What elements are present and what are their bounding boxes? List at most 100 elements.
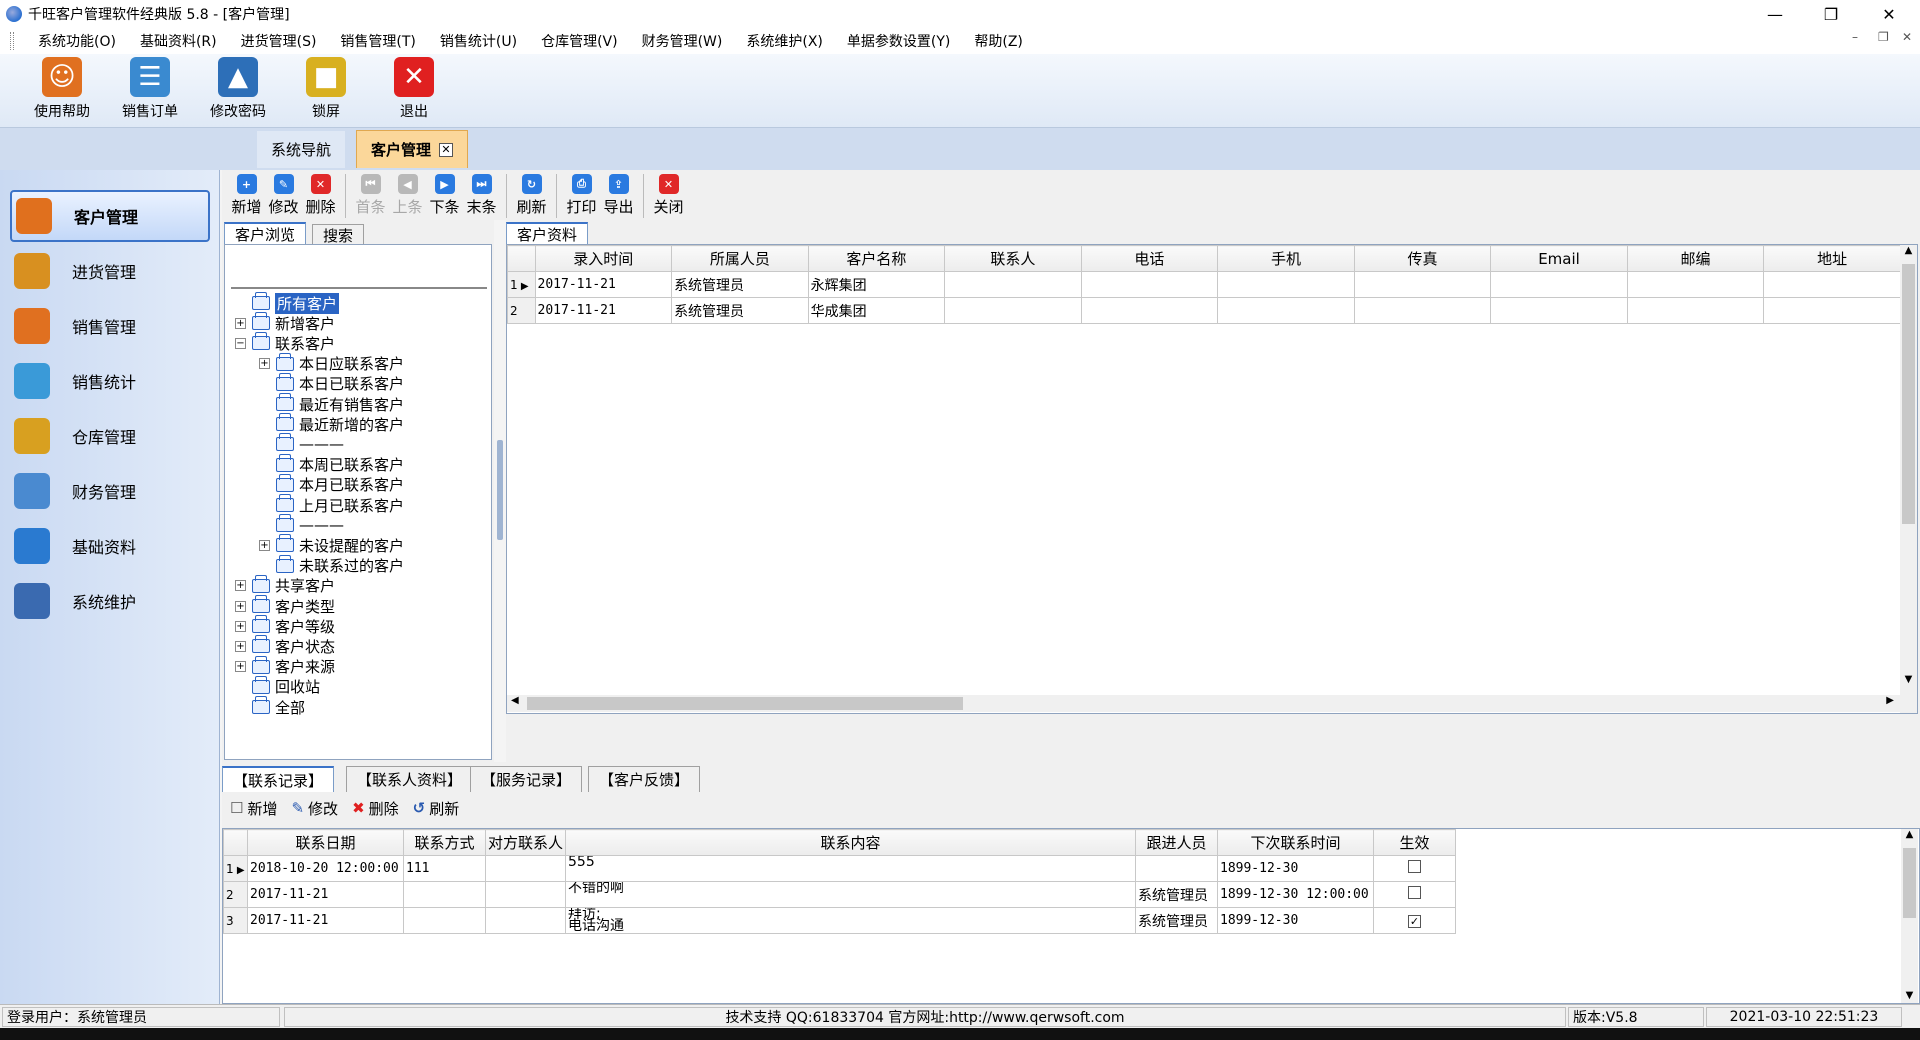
table-cell[interactable]	[944, 271, 1082, 298]
table-cell[interactable]: 111	[403, 855, 486, 882]
row-header[interactable]: 1 ▶	[223, 855, 248, 882]
table-cell[interactable]	[1763, 271, 1901, 298]
scroll-right-icon[interactable]: ▶	[1886, 695, 1894, 706]
column-header[interactable]: 地址	[1763, 245, 1901, 272]
table-cell[interactable]	[485, 907, 566, 934]
tree-node[interactable]: + 客户类型	[235, 595, 335, 616]
column-header[interactable]: 联系内容	[565, 829, 1136, 856]
row-header[interactable]: 2	[507, 297, 536, 324]
module-button[interactable]: ✕ 关闭	[650, 174, 687, 220]
table-cell[interactable]: 华成集团	[807, 297, 946, 324]
table-row[interactable]: 2 2017-11-21 不错的啊 系统管理员 1899-12-30 12:00:00	[223, 881, 1456, 908]
table-cell[interactable]	[485, 855, 566, 882]
table-cell[interactable]	[1217, 297, 1355, 324]
tree-expander-icon[interactable]: +	[259, 358, 270, 370]
tab-customer-management[interactable]: 客户管理 ✕	[356, 130, 469, 168]
tree-node[interactable]: 上月已联系客户	[259, 494, 404, 515]
toolbar-button[interactable]: ☺ 使用帮助	[18, 54, 106, 127]
column-header[interactable]: 联系人	[944, 245, 1082, 272]
module-button[interactable]: + 新增	[228, 174, 265, 220]
menu-item[interactable]: 单据参数设置(Y)	[835, 31, 962, 51]
table-cell[interactable]	[1490, 271, 1628, 298]
table-cell[interactable]	[1353, 271, 1492, 298]
column-header[interactable]: 客户名称	[807, 245, 946, 272]
column-header[interactable]: 生效	[1373, 829, 1456, 856]
table-cell[interactable]: 2017-11-21	[534, 297, 673, 324]
menu-item[interactable]: 进货管理(S)	[229, 31, 329, 51]
bottom-tab[interactable]: 【客户反馈】	[588, 766, 701, 792]
tree-node[interactable]: 最近新增的客户	[259, 413, 404, 434]
table-cell[interactable]: ✓	[1373, 907, 1456, 934]
scroll-down-icon[interactable]: ▼	[1900, 674, 1917, 685]
customer-grid-hscroll[interactable]: ◀ ▶	[507, 695, 1900, 712]
active-checkbox[interactable]	[1408, 886, 1421, 899]
tab-customer-browse[interactable]: 客户浏览	[224, 222, 307, 244]
toolbar-button[interactable]: ▲ 修改密码	[194, 54, 282, 127]
table-row[interactable]: 2 2017-11-21 系统管理员 华成集团	[507, 297, 1901, 324]
contact-toolbar-button[interactable]: ↺ 刷新	[413, 798, 460, 819]
scroll-up-icon[interactable]: ▲	[1901, 829, 1918, 846]
tree-node[interactable]: + 未设提醒的客户	[259, 534, 404, 555]
menu-item[interactable]: 系统功能(O)	[26, 31, 128, 51]
table-cell[interactable]	[1353, 297, 1492, 324]
splitter-handle[interactable]	[497, 440, 503, 540]
table-cell[interactable]: 系统管理员	[671, 271, 809, 298]
tree-expander-icon[interactable]: +	[259, 539, 270, 551]
scroll-thumb[interactable]	[1903, 848, 1916, 918]
tree-node[interactable]: + 客户等级	[235, 615, 335, 636]
table-cell[interactable]	[1217, 271, 1355, 298]
nav-item[interactable]: 系统维护	[10, 575, 210, 627]
mdi-minimize-icon[interactable]: –	[1852, 30, 1858, 44]
tree-node[interactable]: 本周已联系客户	[259, 453, 404, 475]
tree-node[interactable]: ———	[259, 433, 344, 454]
nav-item[interactable]: 财务管理	[10, 465, 210, 517]
tree-node[interactable]: 本月已联系客户	[259, 473, 404, 495]
tree-expander-icon[interactable]: +	[235, 640, 246, 652]
table-cell[interactable]: 永辉集团	[807, 271, 946, 298]
contact-toolbar-button[interactable]: ✖ 删除	[352, 798, 399, 819]
column-header[interactable]: 所属人员	[671, 245, 809, 272]
table-cell[interactable]	[403, 907, 486, 934]
row-header[interactable]: 2	[223, 881, 248, 908]
tree-expander-icon[interactable]: +	[235, 317, 246, 329]
table-cell[interactable]: 系统管理员	[1135, 881, 1218, 908]
column-header[interactable]: Email	[1490, 245, 1628, 272]
minimize-button[interactable]: —	[1752, 0, 1798, 28]
tree-expander-icon[interactable]: +	[235, 620, 246, 632]
table-cell[interactable]	[1763, 297, 1901, 324]
table-cell[interactable]	[1080, 297, 1219, 324]
contact-grid-vscroll[interactable]: ▲ ▼	[1901, 829, 1918, 1003]
tree-node[interactable]: + 客户来源	[235, 655, 335, 677]
column-header[interactable]: 传真	[1353, 245, 1492, 272]
table-cell[interactable]: 555	[565, 855, 1136, 882]
contact-toolbar-button[interactable]: ✎ 修改	[291, 798, 338, 819]
nav-item[interactable]: 销售管理	[10, 300, 210, 352]
tree-node[interactable]: + 客户状态	[235, 635, 335, 656]
tree-node[interactable]: + 本日应联系客户	[259, 352, 404, 374]
table-cell[interactable]: 拜访; 电话沟通	[565, 907, 1136, 934]
bottom-tab[interactable]: 【联系人资料】	[346, 766, 474, 792]
tree-node[interactable]: 最近有销售客户	[259, 393, 404, 414]
table-cell[interactable]	[1135, 855, 1218, 882]
restore-button[interactable]: ❐	[1808, 0, 1854, 28]
tree-expander-icon[interactable]: +	[235, 661, 246, 673]
menu-item[interactable]: 销售统计(U)	[428, 31, 529, 51]
tab-search[interactable]: 搜索	[312, 224, 365, 246]
mdi-restore-icon[interactable]: ❐	[1878, 30, 1889, 44]
column-header[interactable]: 联系日期	[247, 829, 404, 856]
column-header[interactable]: 下次联系时间	[1217, 829, 1374, 856]
scroll-down-icon[interactable]: ▼	[1901, 990, 1918, 1001]
tree-node[interactable]: − 联系客户	[235, 332, 335, 353]
table-cell[interactable]: 2017-11-21	[534, 271, 673, 298]
menu-item[interactable]: 系统维护(X)	[734, 31, 835, 51]
table-cell[interactable]	[403, 881, 486, 908]
tree-node[interactable]: ———	[259, 514, 344, 535]
tab-customer-info[interactable]: 客户资料	[506, 222, 589, 244]
column-header[interactable]: 手机	[1217, 245, 1355, 272]
nav-item[interactable]: 销售统计	[10, 355, 210, 407]
table-cell[interactable]: 不错的啊	[565, 881, 1136, 908]
mdi-close-icon[interactable]: ✕	[1902, 30, 1912, 44]
table-cell[interactable]	[1373, 855, 1456, 882]
active-checkbox[interactable]	[1408, 860, 1421, 873]
nav-item[interactable]: 进货管理	[10, 245, 210, 297]
